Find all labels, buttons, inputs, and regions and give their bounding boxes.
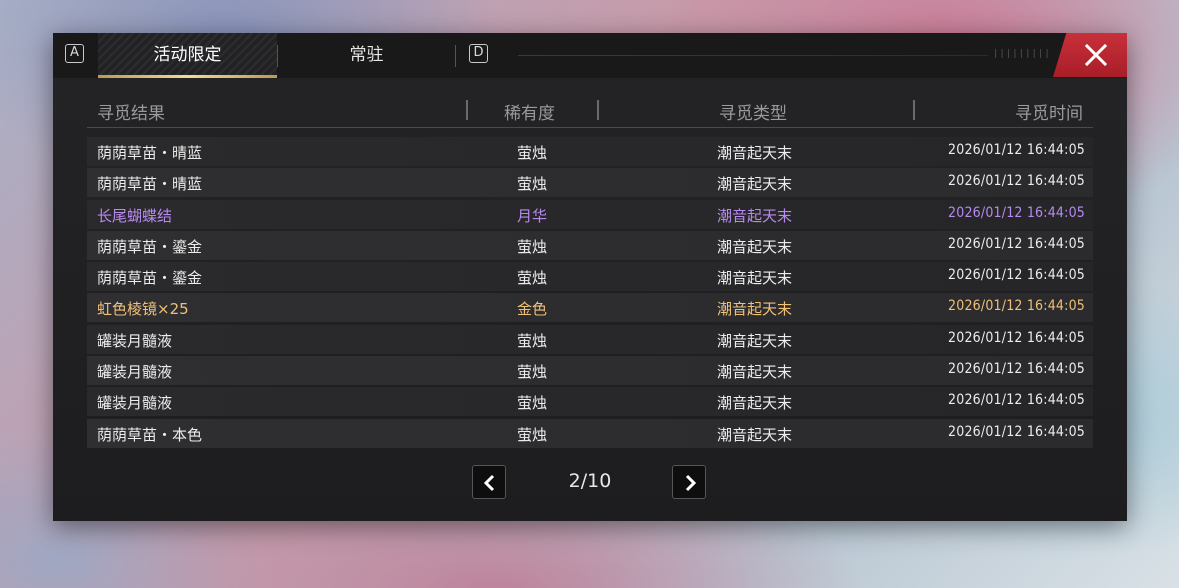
table-row: 虹色棱镜×25 金色 潮音起天末 2026/01/12 16:44:05 [87, 293, 1093, 323]
chevron-left-icon [483, 474, 495, 492]
key-hint-d: D [469, 44, 488, 63]
item-rarity: 萤烛 [517, 269, 548, 288]
search-type: 潮音起天末 [717, 269, 793, 288]
item-rarity: 萤烛 [517, 144, 548, 162]
item-name: 荫荫草苗・鎏金 [97, 237, 203, 256]
header-line [518, 55, 988, 56]
close-button[interactable] [1053, 33, 1127, 77]
table-row: 荫荫草苗・晴蓝 萤烛 潮音起天末 2026/01/12 16:44:05 [87, 137, 1093, 166]
table-row: 荫荫草苗・晴蓝 萤烛 潮音起天末 2026/01/12 16:44:05 [87, 168, 1093, 198]
search-type: 潮音起天末 [717, 237, 793, 256]
key-hint-a: A [65, 44, 84, 63]
search-time: 2026/01/12 16:44:05 [948, 173, 1085, 190]
column-divider [913, 100, 915, 120]
item-rarity: 萤烛 [517, 331, 548, 350]
column-header-result: 寻觅结果 [97, 104, 165, 124]
search-time: 2026/01/12 16:44:05 [948, 267, 1085, 284]
header-deco: ||||||||| [993, 49, 1051, 59]
table-row: 荫荫草苗・鎏金 萤烛 潮音起天末 2026/01/12 16:44:05 [87, 262, 1093, 292]
item-rarity: 萤烛 [517, 425, 548, 444]
item-name: 荫荫草苗・本色 [97, 425, 203, 444]
search-type: 潮音起天末 [717, 363, 793, 382]
item-rarity: 萤烛 [517, 363, 548, 382]
item-rarity: 萤烛 [517, 237, 548, 256]
table-row: 罐装月髓液 萤烛 潮音起天末 2026/01/12 16:44:05 [87, 387, 1093, 417]
tab-bar: A 活动限定 常驻 D ||||||||| [53, 33, 1127, 78]
column-divider [597, 100, 599, 120]
search-time: 2026/01/12 16:44:05 [948, 329, 1085, 346]
search-time: 2026/01/12 16:44:05 [948, 423, 1085, 440]
column-header-type: 寻觅类型 [719, 104, 787, 124]
close-icon [1084, 43, 1108, 67]
search-time: 2026/01/12 16:44:05 [948, 298, 1085, 315]
item-rarity: 月华 [517, 206, 548, 225]
item-name: 荫荫草苗・晴蓝 [97, 175, 203, 194]
search-time: 2026/01/12 16:44:05 [948, 142, 1085, 158]
item-name: 荫荫草苗・鎏金 [97, 269, 203, 288]
prev-page-button[interactable] [472, 465, 506, 499]
item-name: 虹色棱镜×25 [97, 300, 189, 319]
item-rarity: 萤烛 [517, 175, 548, 194]
search-type: 潮音起天末 [717, 331, 793, 350]
search-time: 2026/01/12 16:44:05 [948, 204, 1085, 221]
search-type: 潮音起天末 [717, 394, 793, 413]
next-page-button[interactable] [672, 465, 706, 499]
table-row: 荫荫草苗・本色 萤烛 潮音起天末 2026/01/12 16:44:05 [87, 418, 1093, 448]
search-time: 2026/01/12 16:44:05 [948, 235, 1085, 252]
search-type: 潮音起天末 [717, 175, 793, 194]
table-row: 长尾蝴蝶结 月华 潮音起天末 2026/01/12 16:44:05 [87, 199, 1093, 229]
item-name: 罐装月髓液 [97, 331, 173, 350]
page-indicator: 2/10 [568, 470, 612, 492]
tab-divider [455, 45, 456, 67]
tab-limited[interactable]: 活动限定 [98, 33, 277, 78]
item-name: 罐装月髓液 [97, 394, 173, 413]
table-row: 荫荫草苗・鎏金 萤烛 潮音起天末 2026/01/12 16:44:05 [87, 230, 1093, 260]
item-rarity: 金色 [517, 300, 548, 319]
column-header-rarity: 稀有度 [504, 104, 555, 124]
item-rarity: 萤烛 [517, 394, 548, 413]
tab-standard[interactable]: 常驻 [278, 33, 455, 78]
search-time: 2026/01/12 16:44:05 [948, 361, 1085, 378]
search-type: 潮音起天末 [717, 206, 793, 225]
table-row: 罐装月髓液 萤烛 潮音起天末 2026/01/12 16:44:05 [87, 324, 1093, 354]
search-time: 2026/01/12 16:44:05 [948, 392, 1085, 409]
table-row: 罐装月髓液 萤烛 潮音起天末 2026/01/12 16:44:05 [87, 356, 1093, 386]
item-name: 荫荫草苗・晴蓝 [97, 144, 203, 162]
table-header: 寻觅结果 稀有度 寻觅类型 寻觅时间 [87, 95, 1093, 128]
gacha-history-panel: A 活动限定 常驻 D ||||||||| 寻觅结果 稀有度 寻觅类型 寻觅时间… [53, 33, 1127, 521]
column-divider [466, 100, 468, 120]
item-name: 长尾蝴蝶结 [97, 206, 173, 225]
search-type: 潮音起天末 [717, 300, 793, 319]
history-list: 荫荫草苗・晴蓝 萤烛 潮音起天末 2026/01/12 16:44:05 荫荫草苗・晴… [87, 137, 1093, 450]
column-header-time: 寻觅时间 [1015, 104, 1083, 124]
item-name: 罐装月髓液 [97, 363, 173, 382]
chevron-right-icon [685, 474, 697, 492]
search-type: 潮音起天末 [717, 144, 793, 162]
search-type: 潮音起天末 [717, 425, 793, 444]
